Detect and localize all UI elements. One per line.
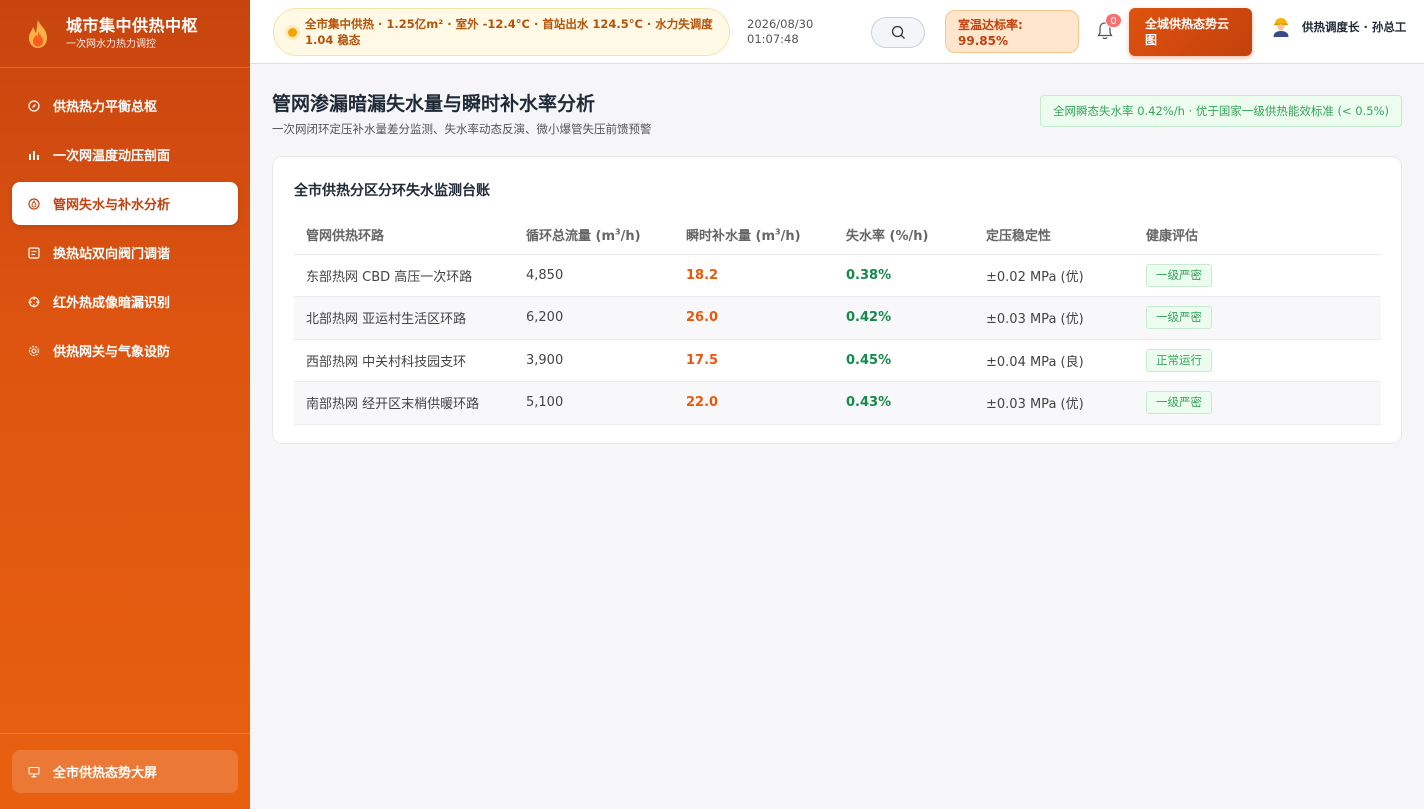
sidebar-item-thermal-balance[interactable]: 供热热力平衡总枢 (12, 84, 238, 127)
brand: 城市集中供热中枢 一次网水力热力调控 (0, 0, 250, 68)
health-tag: 一级严密 (1146, 391, 1212, 415)
header-makeup: 瞬时补水量 (m3/h) (674, 216, 834, 255)
user-profile[interactable]: 供热调度长 · 孙总工 (1270, 16, 1412, 38)
cell-flow: 5,100 (514, 381, 674, 425)
cell-loop: 北部热网 亚运村生活区环路 (294, 296, 514, 340)
compass-icon (28, 99, 40, 112)
datetime: 2026/08/30 01:07:48 (747, 17, 813, 47)
table-row[interactable]: 南部热网 经开区末梢供暖环路 5,100 22.0 0.43% ±0.03 MP… (294, 381, 1381, 425)
status-ticker: 全市集中供热 · 1.25亿m² · 室外 -12.4°C · 首站出水 124… (273, 8, 730, 56)
avatar (1273, 18, 1289, 37)
cell-stability: ±0.03 MPa (优) (974, 381, 1134, 425)
city-heating-map-button[interactable]: 全城供热态势云图 (1129, 8, 1252, 56)
cell-makeup: 26.0 (674, 296, 834, 340)
page-subtitle: 一次网闭环定压补水量差分监测、失水率动态反演、微小爆管失压前馈预警 (272, 122, 652, 136)
brand-title: 城市集中供热中枢 (66, 15, 199, 35)
city-dashboard-label: 全市供热态势大屏 (53, 766, 158, 781)
cell-loss-rate: 0.43% (834, 381, 974, 425)
sidebar-item-label: 一次网温度动压剖面 (53, 149, 171, 164)
brand-subtitle: 一次网水力热力调控 (66, 38, 156, 50)
cell-health: 一级严密 (1134, 381, 1381, 425)
sidebar-item-label: 换热站双向阀门调谐 (53, 247, 171, 262)
cell-loss-rate: 0.45% (834, 339, 974, 382)
sidebar-item-label: 供热网关与气象设防 (53, 345, 171, 360)
health-tag: 正常运行 (1146, 348, 1212, 372)
status-dot-icon (288, 27, 297, 37)
sidebar-footer: 全市供热态势大屏 (0, 733, 250, 809)
time-text: 01:07:48 (747, 32, 799, 46)
header-stability: 定压稳定性 (974, 216, 1134, 255)
table-header-row: 管网供热环路 循环总流量 (m3/h) 瞬时补水量 (m3/h) 失水率 (%/… (294, 216, 1381, 255)
table-row[interactable]: 东部热网 CBD 高压一次环路 4,850 18.2 0.38% ±0.02 M… (294, 254, 1381, 297)
city-dashboard-button[interactable]: 全市供热态势大屏 (12, 750, 238, 793)
gear-icon (28, 345, 40, 357)
cell-makeup: 18.2 (674, 254, 834, 297)
search-button[interactable] (871, 17, 925, 48)
card-title: 全市供热分区分环失水监测台账 (294, 183, 490, 199)
valve-icon (28, 246, 40, 259)
sidebar-item-label: 供热热力平衡总枢 (53, 100, 158, 115)
cell-flow: 4,850 (514, 254, 674, 297)
sidebar-item-infrared-leak[interactable]: 红外热成像暗漏识别 (12, 280, 238, 323)
network-loss-notice: 全网瞬态失水率 0.42%/h · 优于国家一级供热能效标准 (< 0.5%) (1040, 95, 1402, 127)
sidebar-item-gateway-weather[interactable]: 供热网关与气象设防 (12, 329, 238, 372)
sidebar-item-label: 管网失水与补水分析 (53, 198, 171, 213)
health-tag: 一级严密 (1146, 263, 1212, 287)
header-health: 健康评估 (1134, 216, 1381, 255)
sidebar-item-label: 红外热成像暗漏识别 (53, 296, 171, 311)
sidebar-item-valve-tuning[interactable]: 换热站双向阀门调谐 (12, 231, 238, 274)
cell-makeup: 17.5 (674, 339, 834, 382)
search-icon (891, 25, 905, 39)
cell-flow: 6,200 (514, 296, 674, 340)
sidebar-item-water-loss[interactable]: 管网失水与补水分析 (12, 182, 238, 225)
header-loop: 管网供热环路 (294, 216, 514, 255)
cell-flow: 3,900 (514, 339, 674, 382)
header-flow: 循环总流量 (m3/h) (514, 216, 674, 255)
droplet-icon (28, 197, 40, 210)
sidebar: 城市集中供热中枢 一次网水力热力调控 供热热力平衡总枢 一次网温度动压剖面 管网… (0, 0, 250, 809)
cell-loss-rate: 0.38% (834, 254, 974, 297)
page-title: 管网渗漏暗漏失水量与瞬时补水率分析 (272, 93, 596, 115)
cell-health: 一级严密 (1134, 296, 1381, 340)
flame-icon (29, 19, 47, 48)
ticker-text: 全市集中供热 · 1.25亿m² · 室外 -12.4°C · 首站出水 124… (305, 17, 713, 47)
cell-stability: ±0.03 MPa (优) (974, 296, 1134, 340)
header-loss-rate: 失水率 (%/h) (834, 216, 974, 255)
cell-stability: ±0.04 MPa (良) (974, 339, 1134, 382)
table-row[interactable]: 西部热网 中关村科技园支环 3,900 17.5 0.45% ±0.04 MPa… (294, 339, 1381, 382)
cell-makeup: 22.0 (674, 381, 834, 425)
table-row[interactable]: 北部热网 亚运村生活区环路 6,200 26.0 0.42% ±0.03 MPa… (294, 296, 1381, 340)
crosshair-icon (28, 296, 40, 308)
monitor-icon (28, 766, 40, 778)
water-loss-ledger-card: 全市供热分区分环失水监测台账 管网供热环路 循环总流量 (m3/h) 瞬时补水量… (272, 156, 1402, 444)
user-name: 供热调度长 · 孙总工 (1302, 20, 1407, 34)
cell-stability: ±0.02 MPa (优) (974, 254, 1134, 297)
notification-count-badge: 0 (1105, 13, 1122, 28)
date-text: 2026/08/30 (747, 17, 814, 31)
bar-chart-icon (28, 149, 40, 161)
water-loss-table: 管网供热环路 循环总流量 (m3/h) 瞬时补水量 (m3/h) 失水率 (%/… (294, 216, 1381, 425)
room-temp-rate-badge: 室温达标率: 99.85% (945, 10, 1079, 53)
sidebar-item-temperature-profile[interactable]: 一次网温度动压剖面 (12, 133, 238, 176)
sidebar-nav: 供热热力平衡总枢 一次网温度动压剖面 管网失水与补水分析 换热站双向阀门调谐 红… (12, 84, 238, 378)
cell-loop: 南部热网 经开区末梢供暖环路 (294, 381, 514, 425)
cell-loop: 东部热网 CBD 高压一次环路 (294, 254, 514, 297)
health-tag: 一级严密 (1146, 306, 1212, 330)
cell-loss-rate: 0.42% (834, 296, 974, 340)
cell-loop: 西部热网 中关村科技园支环 (294, 339, 514, 382)
cell-health: 一级严密 (1134, 254, 1381, 297)
top-header: 全市集中供热 · 1.25亿m² · 室外 -12.4°C · 首站出水 124… (250, 0, 1424, 64)
cell-health: 正常运行 (1134, 339, 1381, 382)
